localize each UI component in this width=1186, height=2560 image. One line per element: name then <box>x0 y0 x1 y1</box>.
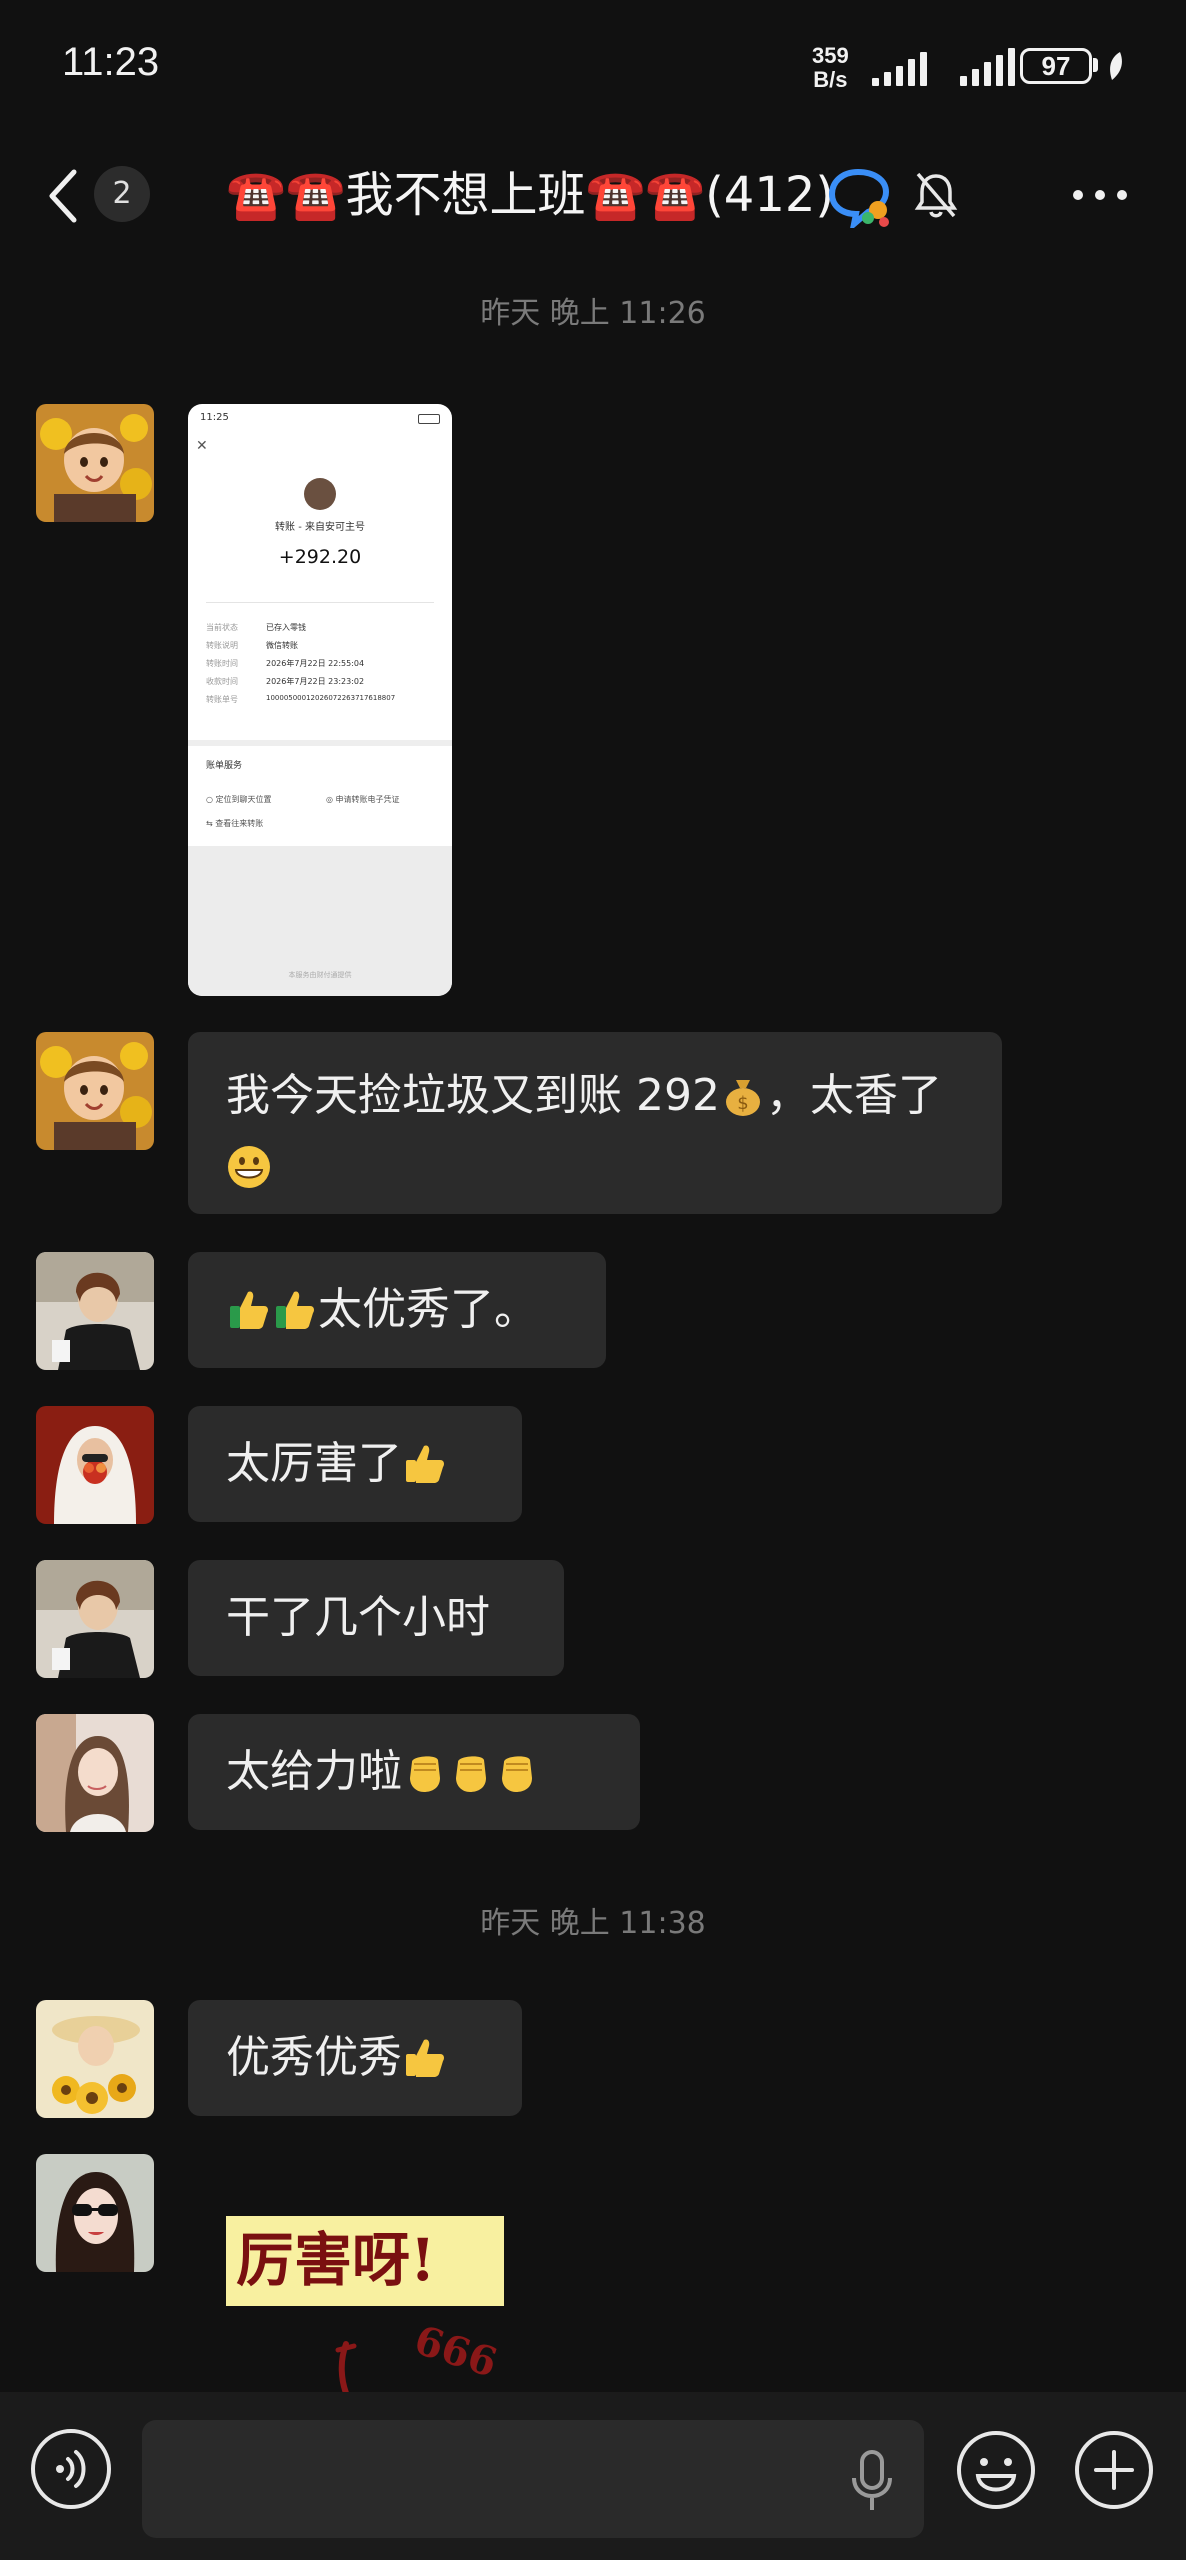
message-input[interactable] <box>142 2420 924 2538</box>
network-speed: 359 B/s <box>812 44 849 92</box>
grin-emoji-icon <box>228 1146 270 1188</box>
avatar[interactable] <box>36 2000 154 2118</box>
message-text: ，太香了 <box>765 1070 942 1121</box>
unread-count-badge[interactable]: 2 <box>94 166 150 222</box>
receipt-close-icon: ✕ <box>196 438 208 454</box>
fist-icon <box>410 1756 440 1792</box>
receipt-section-gap <box>188 740 452 746</box>
fist-icon <box>502 1756 532 1792</box>
back-icon[interactable] <box>44 166 84 226</box>
message-text: 我今天捡垃圾又到账 292 <box>226 1070 720 1121</box>
thumbs-up-icon <box>406 2039 444 2077</box>
receipt-row-label: 转账单号 <box>206 695 238 704</box>
message-text: 太优秀了。 <box>318 1284 538 1335</box>
receipt-from: 转账 - 来自安可主号 <box>275 522 365 533</box>
receipt-row-value: 2026年7月22日 23:23:02 <box>266 677 365 686</box>
signal-icon-1 <box>872 48 927 86</box>
message-text: 干了几个小时 <box>226 1592 490 1643</box>
plus-icon[interactable] <box>1072 2428 1156 2512</box>
avatar[interactable] <box>36 1406 154 1524</box>
sticker-figure <box>335 2341 357 2392</box>
sticker-image[interactable]: 厉害呀! 666 <box>226 2216 536 2392</box>
receipt-row-value: 10000500012026072263717618807 <box>266 694 396 702</box>
message-bubble[interactable]: 我今天捡垃圾又到账 292 $ ，太香了 <box>188 1032 1002 1214</box>
receipt-amount: +292.20 <box>278 546 362 568</box>
receipt-footer: 本服务由财付通提供 <box>288 971 352 979</box>
message-bubble[interactable]: 太厉害了 <box>188 1406 522 1522</box>
network-speed-value: 359 <box>812 43 849 68</box>
receipt-row-label: 收款时间 <box>206 677 238 686</box>
message-text: 太厉害了 <box>226 1438 402 1489</box>
voice-icon[interactable] <box>28 2426 114 2512</box>
avatar[interactable] <box>36 1252 154 1370</box>
receipt-row-value: 2026年7月22日 22:55:04 <box>266 659 365 668</box>
svg-text:$: $ <box>737 1093 748 1114</box>
receipt-service-link: ⇆ 查看往来转账 <box>206 819 264 828</box>
mic-icon[interactable] <box>850 2450 894 2512</box>
receipt-row-label: 转账说明 <box>206 641 238 650</box>
power-saver-icon <box>1110 52 1122 80</box>
message-bubble[interactable]: 太给力啦 <box>188 1714 640 1830</box>
receipt-avatar <box>304 478 336 510</box>
receipt-service-link: ◎ 申请转账电子凭证 <box>326 795 400 804</box>
network-speed-unit: B/s <box>813 67 848 92</box>
receipt-divider <box>206 602 434 603</box>
emoji-icon[interactable] <box>954 2428 1038 2512</box>
battery-tip <box>1093 58 1098 72</box>
receipt-row-label: 当前状态 <box>206 623 238 632</box>
status-bar: 11:23 359 B/s 97 <box>0 0 1186 130</box>
receipt-row-label: 转账时间 <box>206 659 238 668</box>
more-icon[interactable] <box>1070 188 1130 202</box>
receipt-time: 11:25 <box>200 412 229 423</box>
qq-group-icon[interactable] <box>828 166 894 228</box>
chat-title[interactable]: ☎️☎️我不想上班☎️☎️(412) <box>226 160 834 230</box>
sticker-text: 厉害呀! <box>236 2226 436 2294</box>
mute-icon[interactable] <box>914 170 958 220</box>
signal-icon-2 <box>960 48 1015 86</box>
receipt-row-value: 微信转账 <box>266 641 298 650</box>
receipt-battery-icon <box>418 414 440 424</box>
receipt-service-title: 账单服务 <box>206 761 243 771</box>
receipt-service-link: ○ 定位到聊天位置 <box>206 795 272 804</box>
avatar[interactable] <box>36 1560 154 1678</box>
message-text: 太给力啦 <box>226 1746 402 1797</box>
avatar[interactable] <box>36 1714 154 1832</box>
battery-indicator: 97 <box>1020 48 1092 84</box>
avatar[interactable] <box>36 2154 154 2272</box>
fist-icon <box>456 1756 486 1792</box>
status-time: 11:23 <box>62 40 160 84</box>
thumbs-up-icon <box>276 1291 314 1329</box>
thumbs-up-icon <box>230 1291 268 1329</box>
avatar[interactable] <box>36 1032 154 1150</box>
message-bubble[interactable]: 干了几个小时 <box>188 1560 564 1676</box>
message-bubble[interactable]: 太优秀了。 <box>188 1252 606 1368</box>
sticker-sub-text: 666 <box>408 2316 503 2387</box>
thumbs-up-icon <box>406 1445 444 1483</box>
transfer-receipt-image[interactable]: 11:25 ✕ 转账 - 来自安可主号 +292.20 当前状态 已存入零钱 转… <box>188 404 452 996</box>
message-text: 优秀优秀 <box>226 2032 402 2083</box>
timestamp: 昨天 晚上 11:26 <box>480 296 706 331</box>
message-bubble[interactable]: 优秀优秀 <box>188 2000 522 2116</box>
avatar[interactable] <box>36 404 154 522</box>
timestamp: 昨天 晚上 11:38 <box>480 1906 706 1941</box>
money-bag-icon: $ <box>725 1080 760 1116</box>
receipt-row-value: 已存入零钱 <box>266 623 306 632</box>
